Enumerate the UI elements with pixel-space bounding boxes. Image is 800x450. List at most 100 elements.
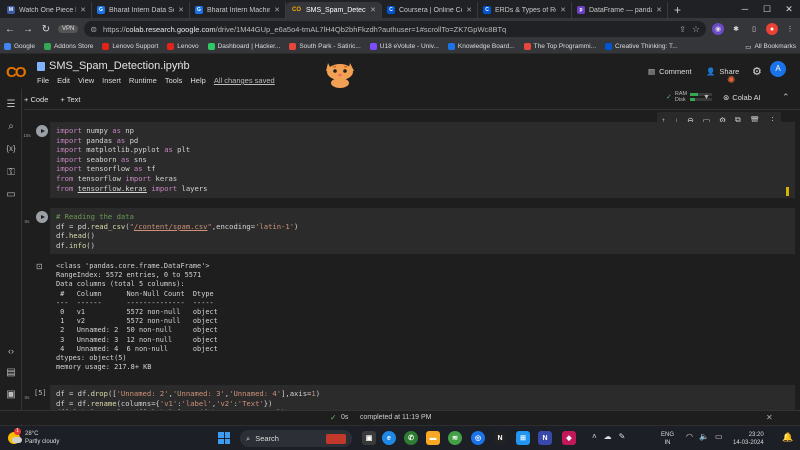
notion-icon[interactable]: N <box>493 431 507 445</box>
command-palette-icon[interactable]: ▤ <box>0 367 22 378</box>
chrome-icon[interactable]: ◎ <box>471 431 485 445</box>
chevron-up-icon[interactable]: ˄ <box>592 432 597 441</box>
search-icon[interactable]: ⌕ <box>0 121 22 132</box>
file-explorer-icon[interactable]: ▬ <box>426 431 440 445</box>
status-message[interactable]: completed at 11:19 PM <box>360 414 431 421</box>
bookmark-addons-store[interactable]: Addons Store <box>43 43 93 50</box>
notebook-title[interactable]: SMS_Spam_Detection.ipynb <box>49 60 190 72</box>
bookmark-knowledge-board[interactable]: Knowledge Board... <box>447 43 515 50</box>
close-icon[interactable]: ✕ <box>178 6 184 14</box>
menu-runtime[interactable]: Runtime <box>129 76 157 85</box>
code-cell[interactable]: # Reading the data df = pd.read_csv("/co… <box>50 208 795 254</box>
run-cell-button[interactable] <box>36 211 48 223</box>
close-status-icon[interactable]: ✕ <box>766 413 773 422</box>
menu-insert[interactable]: Insert <box>102 76 121 85</box>
colab-logo[interactable]: CO <box>6 64 26 81</box>
tab-one-piece[interactable]: M Watch One Piece Eng ✕ <box>2 2 92 18</box>
colab-ai-button[interactable]: ⊛ Colab AI <box>723 93 761 102</box>
tab-coursera[interactable]: C Coursera | Online Co ✕ <box>382 2 478 18</box>
spotify-icon[interactable]: ≋ <box>448 431 462 445</box>
menu-file[interactable]: File <box>37 76 49 85</box>
browser-menu-icon[interactable]: ⋮ <box>784 23 796 35</box>
windows-start-icon[interactable] <box>218 432 230 444</box>
bookmark-star-icon[interactable]: ☆ <box>692 24 700 35</box>
tab-dataframe-pandas[interactable]: p DataFrame — panda ✕ <box>572 2 668 18</box>
close-icon[interactable]: ✕ <box>466 6 472 14</box>
secrets-key-icon[interactable]: ⚿ <box>0 167 22 178</box>
tab-erds[interactable]: C ERDs & Types of Rela ✕ <box>478 2 572 18</box>
comment-button[interactable]: ▤ Comment <box>648 67 692 76</box>
app-icon[interactable]: ◆ <box>562 431 576 445</box>
minimize-icon[interactable]: ─ <box>734 0 756 18</box>
whatsapp-icon[interactable]: ✆ <box>404 431 418 445</box>
language-indicator[interactable]: ENG IN <box>661 431 674 447</box>
reload-icon[interactable]: ↻ <box>40 24 52 35</box>
code-cell[interactable]: df = df.drop(['Unnamed: 2','Unnamed: 3',… <box>50 385 795 410</box>
menu-edit[interactable]: Edit <box>57 76 70 85</box>
code-editor[interactable]: import numpy as np import pandas as pd i… <box>50 122 795 197</box>
share-page-icon[interactable]: ⇪ <box>679 25 686 34</box>
bookmark-u18[interactable]: U18 eVolute - Univ... <box>369 43 439 50</box>
variables-icon[interactable]: {x} <box>0 144 22 153</box>
run-cell-button[interactable] <box>36 125 48 137</box>
output-actions-icon[interactable]: ⊡ <box>36 262 43 271</box>
news-icon[interactable]: N <box>538 431 552 445</box>
close-icon[interactable]: ✕ <box>370 6 376 14</box>
tab-bharat-data-science[interactable]: G Bharat Intern Data Sc ✕ <box>92 2 190 18</box>
bookmark-hackerrank[interactable]: Dashboard | Hacker... <box>207 43 280 50</box>
pen-icon[interactable]: ✎ <box>619 432 626 441</box>
bookmark-top-programming[interactable]: The Top Programmi... <box>523 43 596 50</box>
store-icon[interactable]: ⊞ <box>516 431 530 445</box>
maximize-icon[interactable]: ☐ <box>756 0 778 18</box>
url-input[interactable]: ⊜ https://colab.research.google.com/driv… <box>84 21 706 37</box>
collapse-header-icon[interactable]: ⌃ <box>782 92 790 103</box>
extensions-puzzle-icon[interactable]: ✱ <box>730 23 742 35</box>
notifications-icon[interactable]: 🔔 <box>782 432 793 443</box>
code-snippets-icon[interactable]: ‹› <box>0 346 22 356</box>
add-code-button[interactable]: + Code <box>24 95 48 104</box>
save-status[interactable]: All changes saved <box>214 76 275 85</box>
ram-bar-fill <box>690 93 698 96</box>
task-view-icon[interactable]: ▣ <box>362 431 376 445</box>
taskbar-search[interactable]: ⌕ Search <box>240 430 352 447</box>
vpn-icon[interactable]: VPN <box>58 25 79 33</box>
close-icon[interactable]: ✕ <box>274 6 280 14</box>
menu-help[interactable]: Help <box>190 76 205 85</box>
edge-icon[interactable]: e <box>382 431 396 445</box>
menu-view[interactable]: View <box>78 76 94 85</box>
close-icon[interactable]: ✕ <box>656 6 662 14</box>
menu-tools[interactable]: Tools <box>165 76 183 85</box>
star-icon[interactable]: ☆ <box>176 60 185 71</box>
bookmark-south-park[interactable]: South Park - Satiric... <box>289 43 361 50</box>
profile-icon[interactable]: ● <box>766 23 778 35</box>
site-info-icon[interactable]: ⊜ <box>90 25 97 34</box>
settings-gear-icon[interactable]: ⚙ <box>752 65 762 78</box>
add-text-button[interactable]: + Text <box>60 95 80 104</box>
table-of-contents-icon[interactable]: ☰ <box>0 99 22 110</box>
bookmark-google[interactable]: Google <box>4 43 35 50</box>
tab-sms-spam-detection[interactable]: CO SMS_Spam_Detection ✕ <box>286 2 382 18</box>
close-icon[interactable]: ✕ <box>80 6 86 14</box>
code-editor[interactable]: df = df.drop(['Unnamed: 2','Unnamed: 3',… <box>50 385 795 410</box>
runtime-dropdown-icon[interactable]: ▼ <box>703 94 710 101</box>
tab-bharat-machine-learning[interactable]: G Bharat Intern Machin ✕ <box>190 2 286 18</box>
bookmark-creative-thinking[interactable]: Creative Thinking: T... <box>605 43 678 50</box>
back-icon[interactable]: ← <box>4 24 16 35</box>
cloud-icon[interactable]: ☁ <box>604 432 612 441</box>
code-cell[interactable]: import numpy as np import pandas as pd i… <box>50 122 795 198</box>
forward-icon[interactable]: → <box>22 24 34 35</box>
menu-bar: File Edit View Insert Runtime Tools Help… <box>37 76 275 85</box>
extension-icon[interactable]: ◉ <box>712 23 724 35</box>
new-tab-button[interactable]: + <box>668 2 687 18</box>
close-window-icon[interactable]: ✕ <box>778 0 800 18</box>
bookmark-lenovo[interactable]: Lenovo <box>167 43 199 50</box>
code-editor[interactable]: # Reading the data df = pd.read_csv("/co… <box>50 208 795 254</box>
split-view-icon[interactable]: ▯ <box>748 23 760 35</box>
all-bookmarks-button[interactable]: ▭ All Bookmarks <box>745 43 796 51</box>
avatar[interactable]: A <box>770 61 786 77</box>
quick-settings[interactable]: ◠ 🔈 ▭ <box>686 432 723 441</box>
bookmark-lenovo-support[interactable]: Lenovo Support <box>102 43 158 50</box>
system-clock[interactable]: 23:20 14-03-2024 <box>733 431 764 447</box>
close-icon[interactable]: ✕ <box>560 6 566 14</box>
files-folder-icon[interactable]: ▭ <box>0 189 22 200</box>
